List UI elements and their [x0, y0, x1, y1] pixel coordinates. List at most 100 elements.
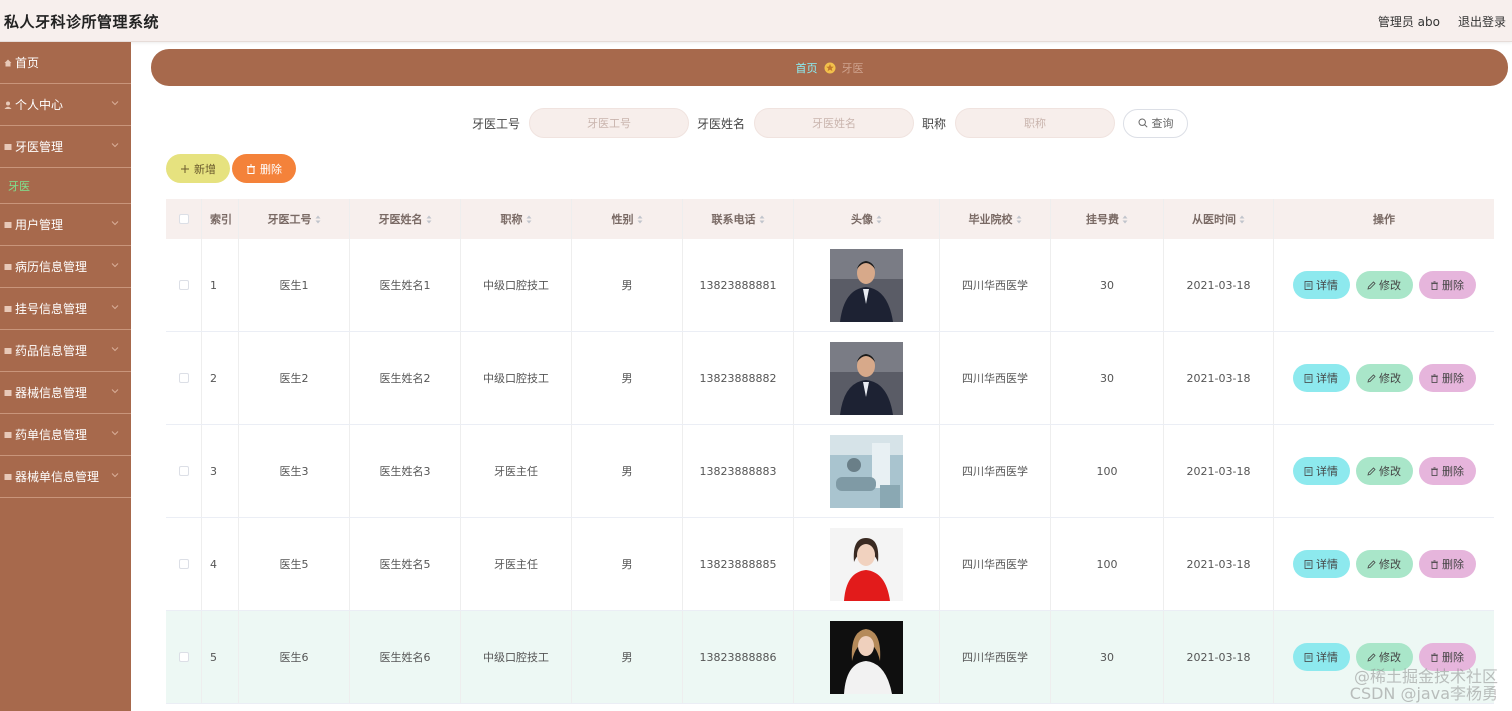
header-id[interactable]: 牙医工号 [239, 199, 350, 239]
row-checkbox[interactable] [178, 280, 189, 290]
header-fee[interactable]: 挂号费 [1051, 199, 1164, 239]
sort-icon[interactable] [637, 215, 643, 224]
delete-button-label: 删除 [1442, 651, 1464, 664]
add-button[interactable]: 新增 [166, 154, 230, 183]
doctor-name-input[interactable]: 牙医姓名 [754, 108, 915, 138]
detail-button[interactable]: 详情 [1292, 457, 1350, 485]
sidebar: 首页 个人中心 牙医管理 牙医用户管理病历信息管理 挂号信息管理 药品信息管理器械信息管理… [0, 42, 131, 711]
phone-cell-text: 13823888883 [699, 464, 777, 478]
doctor-id-input[interactable]: 牙医工号 [529, 108, 690, 138]
header-name[interactable]: 牙医姓名 [350, 199, 461, 239]
doctor-id-cell: 医生3 [239, 425, 350, 517]
header-fee-label: 挂号费 [1086, 213, 1119, 226]
header-phone[interactable]: 联系电话 [683, 199, 794, 239]
edit-button-label: 修改 [1379, 279, 1401, 292]
sidebar-item-label: 器械信息管理 [15, 386, 88, 400]
avatar-image [830, 341, 903, 415]
delete-button[interactable]: 删除 [1418, 364, 1476, 392]
phone-cell-text: 13823888882 [699, 371, 777, 385]
edit-button[interactable]: 修改 [1355, 364, 1413, 392]
sidebar-item-5[interactable]: 挂号信息管理 [0, 288, 131, 330]
watermark: @稀土掘金技术社区 CSDN @java李杨勇 [1350, 668, 1498, 702]
delete-button-label: 删除 [1442, 372, 1464, 385]
doctor-id-cell: 医生6 [239, 611, 350, 703]
sort-icon[interactable] [426, 215, 432, 224]
sort-icon[interactable] [759, 215, 765, 224]
sidebar-subitem-doctor[interactable]: 牙医 [0, 168, 131, 204]
phone-cell: 13823888882 [683, 332, 794, 424]
detail-button[interactable]: 详情 [1292, 364, 1350, 392]
chevron-down-icon [111, 99, 119, 107]
trash-icon [1430, 373, 1439, 383]
top-right-menu: 管理员 abo 退出登录 [1378, 13, 1506, 30]
delete-button[interactable]: 删除 [1418, 457, 1476, 485]
row-checkbox[interactable] [178, 652, 189, 662]
row-checkbox[interactable] [178, 373, 189, 383]
doctor-name-cell: 医生姓名1 [350, 239, 461, 331]
logout-link[interactable]: 退出登录 [1458, 13, 1506, 30]
sort-icon[interactable] [526, 215, 532, 224]
phone-cell-text: 13823888881 [699, 278, 777, 292]
delete-button-label: 删除 [1442, 279, 1464, 292]
current-user-label: 管理员 abo [1377, 15, 1440, 29]
chevron-down-icon [111, 471, 119, 479]
sidebar-item-4[interactable]: 病历信息管理 [0, 246, 131, 288]
sex-cell-text: 男 [621, 465, 633, 478]
select-all-checkbox[interactable] [178, 214, 189, 224]
edit-button[interactable]: 修改 [1355, 271, 1413, 299]
row-checkbox[interactable] [178, 466, 189, 476]
title-cell-text: 中级口腔技工 [483, 279, 549, 292]
row-checkbox[interactable] [178, 559, 189, 569]
header-title[interactable]: 职称 [461, 199, 572, 239]
menu-icon [4, 431, 12, 439]
batch-delete-button[interactable]: 删除 [232, 154, 296, 183]
sidebar-item-9[interactable]: 器械单信息管理 [0, 456, 131, 498]
breadcrumb-home[interactable]: 首页 [796, 60, 818, 76]
edit-button[interactable]: 修改 [1355, 457, 1413, 485]
query-button[interactable]: 查询 [1123, 108, 1189, 138]
date-cell-text: 2021-03-18 [1186, 464, 1251, 478]
sidebar-item-3[interactable]: 用户管理 [0, 204, 131, 246]
fee-cell: 100 [1051, 425, 1164, 517]
school-cell-text: 四川华西医学 [962, 558, 1028, 571]
header-school[interactable]: 毕业院校 [940, 199, 1051, 239]
sidebar-item-2[interactable]: 牙医管理 [0, 126, 131, 168]
detail-button[interactable]: 详情 [1292, 550, 1350, 578]
pencil-icon [1367, 559, 1376, 569]
sidebar-item-label: 用户管理 [15, 218, 64, 232]
sort-icon[interactable] [1122, 215, 1128, 224]
phone-cell-text: 13823888886 [699, 650, 777, 664]
sidebar-item-8[interactable]: 药单信息管理 [0, 414, 131, 456]
delete-button[interactable]: 删除 [1418, 271, 1476, 299]
table-row: 5 医生6 医生姓名6 中级口腔技工 男 13823888886 四川华西医学 30 2021-… [166, 611, 1494, 704]
sort-icon[interactable] [315, 215, 321, 224]
header-sex[interactable]: 性别 [572, 199, 683, 239]
fee-cell-text: 30 [1100, 371, 1114, 385]
edit-button[interactable]: 修改 [1355, 550, 1413, 578]
home-icon [4, 59, 12, 67]
title-input[interactable]: 职称 [955, 108, 1116, 138]
detail-button[interactable]: 详情 [1292, 643, 1350, 671]
sort-icon[interactable] [1016, 215, 1022, 224]
header-index: 索引 [202, 199, 239, 239]
doctor-id-cell: 医生2 [239, 332, 350, 424]
delete-button[interactable]: 删除 [1418, 550, 1476, 578]
detail-button[interactable]: 详情 [1292, 271, 1350, 299]
row-actions: 详情 修改 删除 [1274, 518, 1494, 610]
edit-button-label: 修改 [1379, 465, 1401, 478]
sidebar-item-0[interactable]: 首页 [0, 42, 131, 84]
sort-icon[interactable] [1239, 215, 1245, 224]
watermark-line1: @稀土掘金技术社区 [1353, 667, 1498, 686]
sort-icon[interactable] [876, 215, 882, 224]
trash-icon [247, 164, 255, 174]
sidebar-item-1[interactable]: 个人中心 [0, 84, 131, 126]
header-sex-label: 性别 [611, 213, 634, 226]
doc-icon [1304, 559, 1313, 569]
header-avatar[interactable]: 头像 [794, 199, 940, 239]
sidebar-item-6[interactable]: 药品信息管理 [0, 330, 131, 372]
fee-cell-text: 30 [1100, 278, 1114, 292]
plus-icon [181, 164, 189, 173]
sidebar-item-7[interactable]: 器械信息管理 [0, 372, 131, 414]
header-title-label: 职称 [500, 213, 523, 226]
header-date[interactable]: 从医时间 [1164, 199, 1274, 239]
